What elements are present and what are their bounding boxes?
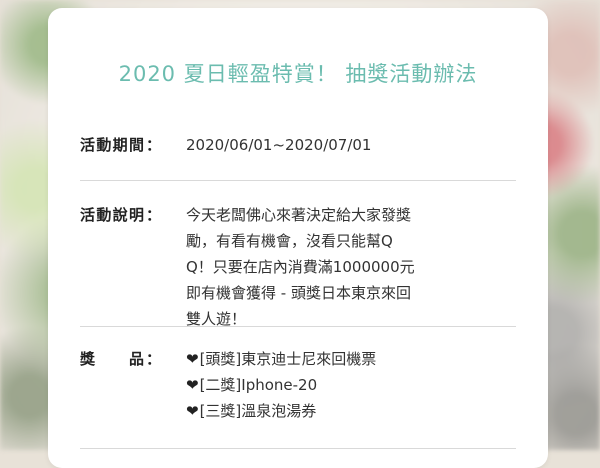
period-label: 活動期間: [80, 136, 144, 154]
period-value: 2020/06/01~2020/07/01: [186, 136, 372, 154]
prize-list: ❤[頭獎]東京迪士尼來回機票 ❤[二獎]Iphone-20 ❤[三獎]溫泉泡湯券: [186, 346, 416, 424]
heart-icon: ❤: [186, 350, 199, 368]
period-colon: ：: [146, 136, 162, 154]
description-row: 活動說明： 今天老闆佛心來著決定給大家發獎勵，有看有機會，沒看只能幫QQ！只要在…: [80, 202, 516, 328]
prizes-row: 獎 品： ❤[頭獎]東京迪士尼來回機票 ❤[二獎]Iphone-20 ❤[三獎]…: [80, 346, 516, 426]
description-value: 今天老闆佛心來著決定給大家發獎勵，有看有機會，沒看只能幫QQ！只要在店內消費滿1…: [186, 206, 415, 328]
period-row: 活動期間： 2020/06/01~2020/07/01: [80, 132, 516, 158]
description-colon: ：: [146, 206, 162, 224]
heart-icon: ❤: [186, 402, 199, 420]
prizes-colon: ：: [146, 350, 162, 368]
divider: [80, 326, 516, 327]
description-label: 活動說明: [80, 206, 144, 224]
prizes-label: 獎 品: [80, 350, 144, 368]
heart-icon: ❤: [186, 376, 199, 394]
divider: [80, 180, 516, 181]
rules-card: 2020 夏日輕盈特賞！ 抽獎活動辦法 活動期間： 2020/06/01~202…: [48, 8, 548, 468]
divider: [80, 448, 516, 449]
list-item: ❤[三獎]溫泉泡湯券: [186, 402, 317, 420]
list-item: ❤[二獎]Iphone-20: [186, 376, 318, 394]
list-item: ❤[頭獎]東京迪士尼來回機票: [186, 350, 377, 368]
page-title: 2020 夏日輕盈特賞！ 抽獎活動辦法: [118, 62, 478, 86]
